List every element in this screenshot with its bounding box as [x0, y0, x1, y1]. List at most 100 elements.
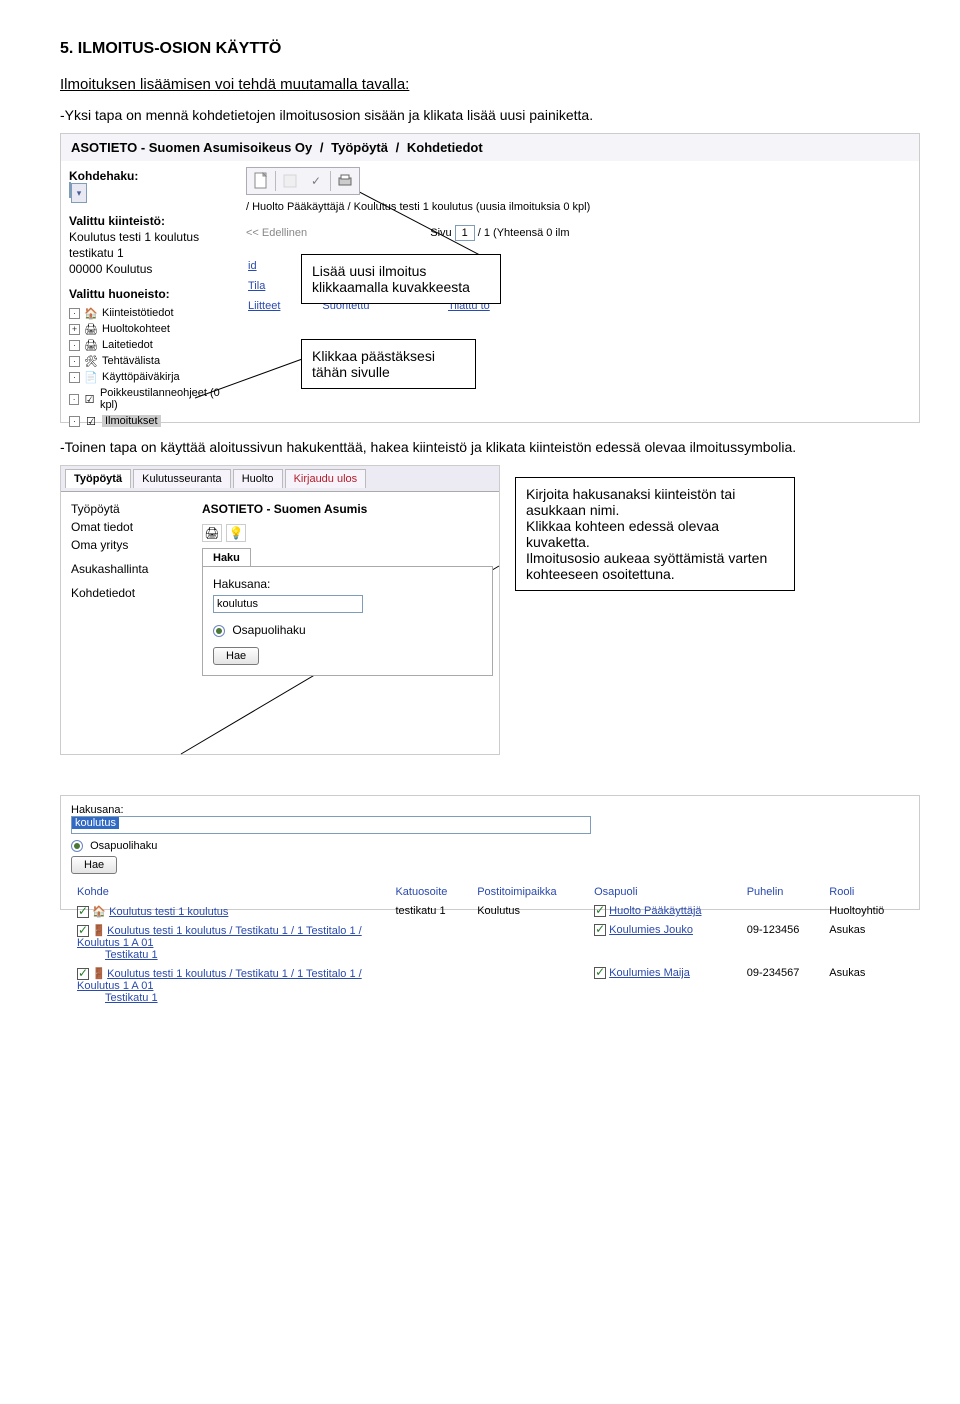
cell-puhelin: 09-234567: [741, 964, 824, 1007]
callout-click-to-enter: Klikkaa päästäksesi tähän sivulle: [301, 339, 476, 389]
results-header-row: Kohde Katuosoite Postitoimipaikka Osapuo…: [71, 882, 909, 902]
col-kohde[interactable]: Kohde: [77, 886, 109, 898]
table-row[interactable]: 🚪 Koulutus testi 1 koulutus / Testikatu …: [71, 921, 909, 964]
col-katuosoite[interactable]: Katuosoite: [395, 886, 447, 898]
cell-puhelin: [741, 902, 824, 921]
col-liitteet[interactable]: Liitteet: [248, 300, 280, 312]
page-number-input[interactable]: [455, 225, 475, 241]
breadcrumb-level1: Työpöytä: [331, 140, 388, 155]
haku-panel: Hakusana: Osapuolihaku Hae: [202, 566, 493, 676]
tab-huolto[interactable]: Huolto: [233, 469, 283, 488]
tree-expand-icon[interactable]: +: [69, 324, 80, 335]
screenshot-kohdetiedot: ASOTIETO - Suomen Asumisoikeus Oy / Työp…: [60, 133, 920, 423]
menu-oma-yrityс[interactable]: Oma yritys: [71, 536, 186, 554]
result-kohde-link[interactable]: Koulutus testi 1 koulutus / Testikatu 1 …: [77, 925, 362, 949]
row-checkbox[interactable]: [594, 924, 606, 936]
tree-expand-icon[interactable]: ·: [69, 416, 80, 427]
tree-item-ilmoitukset[interactable]: ·☑Ilmoitukset: [69, 413, 228, 429]
menu-asukashallinta[interactable]: Asukashallinta: [71, 560, 186, 578]
menu-kohdetiedot[interactable]: Kohdetiedot: [71, 584, 186, 602]
door-icon: 🚪: [92, 967, 104, 980]
hae-button[interactable]: Hae: [71, 856, 117, 874]
tools-icon: 🛠: [84, 355, 98, 367]
cell-katuosoite: testikatu 1: [389, 902, 471, 921]
row-checkbox[interactable]: [594, 967, 606, 979]
result-kohde-sub[interactable]: Testikatu 1: [105, 992, 158, 1004]
col-id[interactable]: id: [248, 260, 257, 272]
toolbar-button[interactable]: [278, 170, 302, 192]
check-icon: ☑: [83, 393, 96, 405]
hakusana-wide-input[interactable]: koulutus: [71, 816, 591, 834]
breadcrumb-sep: /: [392, 140, 404, 155]
tab-strip: Työpöytä Kulutusseuranta Huolto Kirjaudu…: [61, 466, 499, 492]
col-tila[interactable]: Tila: [248, 280, 265, 292]
result-kohde-sub[interactable]: Testikatu 1: [105, 949, 158, 961]
row-checkbox[interactable]: [77, 968, 89, 980]
result-kohde-link[interactable]: Koulutus testi 1 koulutus / Testikatu 1 …: [77, 968, 362, 992]
mini-toolbar: 🖨 💡: [202, 524, 246, 542]
cell-rooli: Asukas: [823, 921, 909, 964]
screenshot-results: Hakusana: koulutus Osapuolihaku Hae Kohd…: [60, 795, 920, 910]
col-rooli[interactable]: Rooli: [829, 886, 854, 898]
screenshot-tyopoyта: Työpöytä Kulutusseuranta Huolto Kirjaudu…: [60, 465, 500, 755]
result-osapuoli-link[interactable]: Huolto Pääkäyttäjä: [609, 905, 701, 917]
osapuolihaku-radio[interactable]: [213, 625, 225, 637]
menu-omat-tiedot[interactable]: Omat tiedot: [71, 518, 186, 536]
tree-item-laitetiedot[interactable]: ·🖨Laitetiedot: [69, 337, 228, 353]
intro-text-2: -Toinen tapa on käyttää aloitussivun hak…: [60, 439, 900, 455]
hae-button[interactable]: Hae: [213, 647, 259, 665]
result-osapuoli-link[interactable]: Koulumies Jouko: [609, 924, 693, 936]
tree-item-poikkeusohjeet[interactable]: ·☑Poikkeustilanneohjeet (0 kpl): [69, 385, 228, 413]
tree-item-huoltokohteet[interactable]: +🖨Huoltokohteet: [69, 321, 228, 337]
col-puhelin[interactable]: Puhelin: [747, 886, 784, 898]
breadcrumb-brand: ASOTIETO - Suomen Asumisoikeus Oy: [71, 140, 312, 155]
new-item-button[interactable]: [249, 170, 273, 192]
hakusana-input[interactable]: [213, 595, 363, 613]
tree-expand-icon[interactable]: ·: [69, 394, 79, 405]
col-postitoimipaikka[interactable]: Postitoimipaikka: [477, 886, 556, 898]
cell-post: Koulutus: [471, 902, 588, 921]
valittu-kiinteisto-line: 00000 Koulutus: [69, 261, 228, 277]
row-checkbox[interactable]: [594, 905, 606, 917]
tree-item-tehtavalista[interactable]: ·🛠Tehtävälista: [69, 353, 228, 369]
tab-tyopoyтa[interactable]: Työpöytä: [65, 469, 131, 488]
hakusana-selected-text: koulutus: [72, 817, 119, 829]
tab-kirjaudu-ulos[interactable]: Kirjaudu ulos: [285, 469, 367, 488]
osapuolihaku-radio[interactable]: [71, 840, 83, 852]
tree-item-kayttopaiavakirja[interactable]: ·📄Käyttöpäiväkirja: [69, 369, 228, 385]
breadcrumb-sep: /: [316, 140, 328, 155]
tab-kulutusseuranta[interactable]: Kulutusseuranta: [133, 469, 231, 488]
user-path-line: / Huolto Pääkäyttäjä / Koulutus testi 1 …: [246, 201, 909, 213]
toolbar-confirm-button[interactable]: ✓: [304, 170, 328, 192]
valittu-kiinteisto-line: testikatu 1: [69, 245, 228, 261]
tree-expand-icon[interactable]: ·: [69, 340, 80, 351]
house-icon: 🏠: [92, 905, 106, 918]
print-button[interactable]: [333, 170, 357, 192]
row-checkbox[interactable]: [77, 925, 89, 937]
valittu-kiinteisto-label: Valittu kiinteistö:: [69, 213, 228, 229]
door-icon: 🚪: [92, 924, 104, 937]
tree-expand-icon[interactable]: ·: [69, 372, 80, 383]
col-osapuoli[interactable]: Osapuoli: [594, 886, 637, 898]
tree-expand-icon[interactable]: ·: [69, 308, 80, 319]
table-row[interactable]: 🚪 Koulutus testi 1 koulutus / Testikatu …: [71, 964, 909, 1007]
section-heading: 5. ILMOITUS-OSION KÄYTTÖ: [60, 40, 900, 58]
pager-prev[interactable]: << Edellinen: [246, 227, 307, 239]
tree-item-kiinteistotiedot[interactable]: ·🏠Kiinteistötiedot: [69, 305, 228, 321]
osapuolihaku-label: Osapuolihaku: [90, 840, 157, 852]
kohdehaku-dropdown[interactable]: ▾: [71, 183, 87, 203]
cell-rooli: Asukas: [823, 964, 909, 1007]
haku-tab[interactable]: Haku: [202, 548, 251, 567]
result-kohde-link[interactable]: Koulutus testi 1 koulutus: [109, 906, 228, 918]
tree-expand-icon[interactable]: ·: [69, 356, 80, 367]
row-checkbox[interactable]: [77, 906, 89, 918]
help-icon[interactable]: 💡: [226, 524, 246, 542]
intro-text-1: -Yksi tapa on mennä kohdetietojen ilmoit…: [60, 107, 900, 123]
table-row[interactable]: 🏠 Koulutus testi 1 koulutus testikatu 1 …: [71, 902, 909, 921]
toolbar: ✓: [246, 167, 360, 195]
menu-tyopoyтa[interactable]: Työpöytä: [71, 500, 186, 518]
result-osapuoli-link[interactable]: Koulumies Maija: [609, 967, 690, 979]
printer-icon: 🖨: [84, 323, 98, 335]
pager-sivu-label: Sivu: [430, 227, 451, 239]
print-icon[interactable]: 🖨: [202, 524, 222, 542]
